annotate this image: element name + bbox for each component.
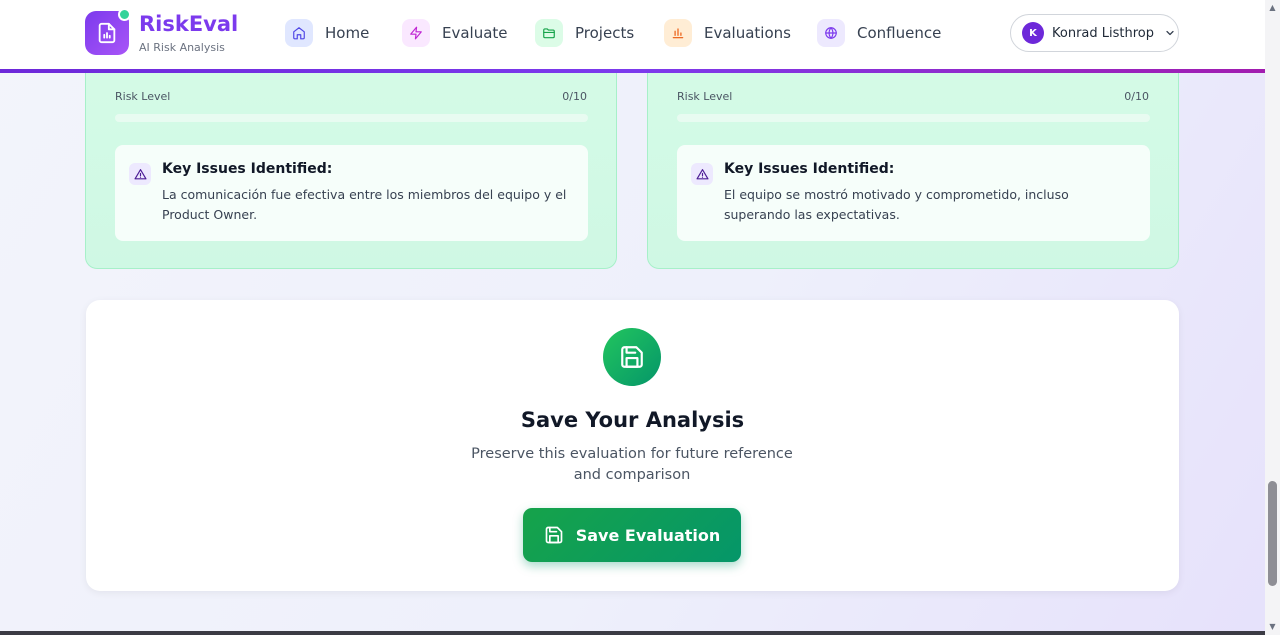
key-issues-title: Key Issues Identified: [724, 161, 895, 177]
floppy-disk-icon [545, 526, 563, 544]
home-icon [285, 19, 313, 47]
risk-level-bar [677, 114, 1150, 122]
report-icon [98, 22, 116, 44]
nav-item-confluence[interactable]: Confluence [817, 19, 941, 47]
risk-level-label: Risk Level [115, 90, 171, 103]
header-accent-line [0, 69, 1265, 73]
key-issues-title: Key Issues Identified: [162, 161, 333, 177]
bar-chart-icon [664, 19, 692, 47]
key-issues-text: La comunicación fue efectiva entre los m… [162, 187, 567, 222]
nav-item-projects[interactable]: Projects [535, 19, 634, 47]
chevron-down-icon [1166, 30, 1174, 36]
avatar: K [1022, 22, 1044, 44]
risk-level-label: Risk Level [677, 90, 733, 103]
bolt-icon [402, 19, 430, 47]
brand-subtitle: AI Risk Analysis [139, 41, 225, 54]
save-analysis-panel: Save Your Analysis Preserve this evaluat… [86, 300, 1179, 591]
brand-title[interactable]: RiskEval [139, 12, 238, 36]
evaluation-card: Risk Level 0/10 Key Issues Identified: L… [85, 40, 617, 269]
nav-label-home: Home [325, 24, 370, 42]
nav-label-projects: Projects [575, 24, 635, 42]
risk-level-score: 0/10 [1124, 90, 1149, 103]
warning-icon [129, 163, 151, 185]
nav-label-confluence: Confluence [857, 24, 942, 42]
risk-level-bar [115, 114, 588, 122]
top-navbar: RiskEval AI Risk Analysis Home Evaluate … [0, 0, 1265, 70]
status-dot [118, 8, 131, 21]
user-menu-button[interactable]: K Konrad Listhrop [1010, 14, 1179, 52]
key-issues-text: El equipo se mostró motivado y compromet… [724, 187, 1069, 222]
scroll-down-arrow-icon[interactable]: ▼ [1268, 622, 1277, 631]
scrollbar-thumb[interactable] [1268, 481, 1277, 586]
user-name: Konrad Listhrop [1052, 25, 1154, 41]
key-issues-box: Key Issues Identified: El equipo se most… [677, 145, 1150, 241]
nav-label-evaluations: Evaluations [704, 24, 791, 42]
floppy-disk-icon [621, 346, 643, 368]
nav-item-evaluate[interactable]: Evaluate [402, 19, 508, 47]
save-icon-badge [603, 328, 661, 386]
folder-icon [535, 19, 563, 47]
nav-item-evaluations[interactable]: Evaluations [664, 19, 791, 47]
key-issues-box: Key Issues Identified: La comunicación f… [115, 145, 588, 241]
scroll-up-arrow-icon[interactable]: ▲ [1268, 3, 1277, 12]
save-description: Preserve this evaluation for future refe… [471, 446, 793, 483]
risk-level-score: 0/10 [562, 90, 587, 103]
globe-icon [817, 19, 845, 47]
nav-item-home[interactable]: Home [285, 19, 369, 47]
save-evaluation-label: Save Evaluation [575, 525, 721, 545]
warning-icon [691, 163, 713, 185]
evaluation-card: Risk Level 0/10 Key Issues Identified: E… [647, 40, 1179, 269]
page-scrollbar[interactable]: ▲ ▼ [1265, 0, 1280, 635]
nav-label-evaluate: Evaluate [442, 24, 508, 42]
save-evaluation-button[interactable]: Save Evaluation [523, 508, 741, 562]
save-title: Save Your Analysis [520, 408, 745, 432]
window-bottom-edge [0, 631, 1265, 635]
